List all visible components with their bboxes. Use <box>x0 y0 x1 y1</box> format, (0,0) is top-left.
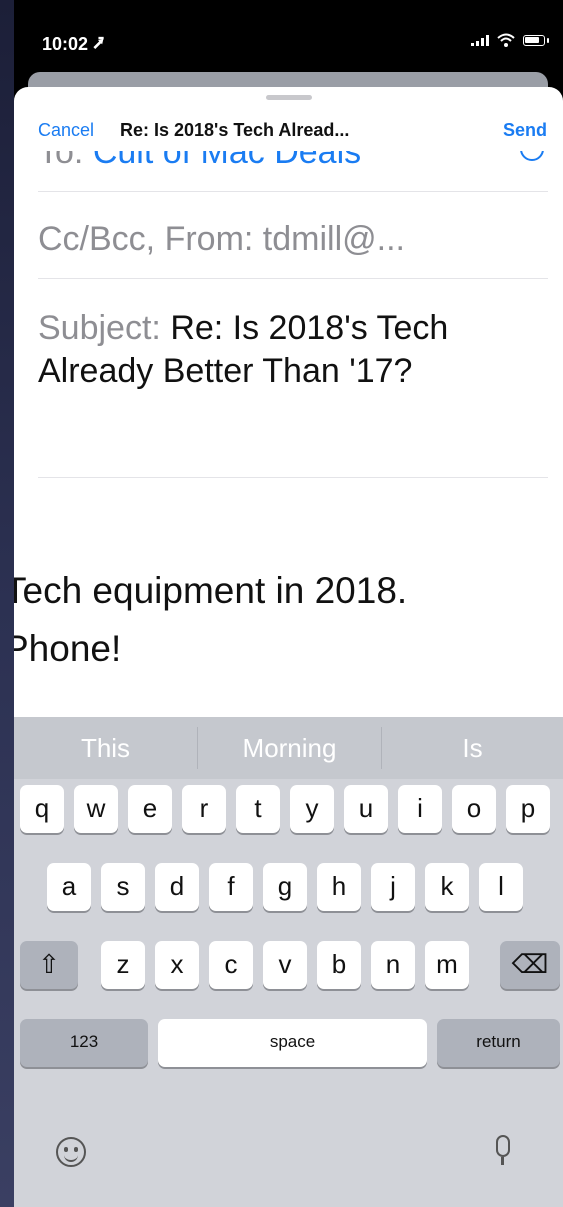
body-line-2: Phone! <box>14 628 122 669</box>
suggestion-3[interactable]: Is <box>382 717 563 779</box>
to-field[interactable]: To: Cult of Mac Deals <box>38 151 548 192</box>
microphone-icon[interactable] <box>496 1135 510 1157</box>
cancel-button[interactable]: Cancel <box>38 120 94 141</box>
sheet-grabber[interactable] <box>266 95 312 100</box>
key-t[interactable]: t <box>236 785 280 833</box>
key-a[interactable]: a <box>47 863 91 911</box>
compose-nav-bar: Cancel Re: Is 2018's Tech Alread... Send <box>14 107 563 151</box>
key-h[interactable]: h <box>317 863 361 911</box>
shift-key[interactable]: ⇧ <box>20 941 78 989</box>
key-r[interactable]: r <box>182 785 226 833</box>
battery-icon <box>523 34 545 46</box>
key-k[interactable]: k <box>425 863 469 911</box>
key-j[interactable]: j <box>371 863 415 911</box>
status-icons <box>471 33 549 47</box>
key-x[interactable]: x <box>155 941 199 989</box>
suggestion-2[interactable]: Morning <box>198 717 381 779</box>
status-time: 10:02 ⭷ <box>42 34 105 54</box>
subject-label: Subject: <box>38 309 161 347</box>
status-bar: 10:02 ⭷ <box>14 0 563 75</box>
compose-title: Re: Is 2018's Tech Alread... <box>120 120 350 140</box>
message-body[interactable]: Tech equipment in 2018. Phone! <box>14 562 407 678</box>
key-o[interactable]: o <box>452 785 496 833</box>
key-e[interactable]: e <box>128 785 172 833</box>
key-i[interactable]: i <box>398 785 442 833</box>
key-n[interactable]: n <box>371 941 415 989</box>
key-q[interactable]: q <box>20 785 64 833</box>
key-m[interactable]: m <box>425 941 469 989</box>
key-w[interactable]: w <box>74 785 118 833</box>
signal-icon <box>471 34 489 46</box>
key-b[interactable]: b <box>317 941 361 989</box>
key-y[interactable]: y <box>290 785 334 833</box>
subject-text: Subject: Re: Is 2018's Tech Already Bett… <box>38 307 543 393</box>
key-v[interactable]: v <box>263 941 307 989</box>
compose-sheet: Cancel Re: Is 2018's Tech Alread... Send… <box>14 87 563 1207</box>
phone-screen: 10:02 ⭷ Cancel Re: Is 2018's Tech Alread… <box>14 0 563 1207</box>
to-recipient[interactable]: Cult of Mac Deals <box>93 151 361 171</box>
key-u[interactable]: u <box>344 785 388 833</box>
add-contact-icon[interactable] <box>520 151 544 161</box>
to-label: To: <box>38 151 84 171</box>
delete-key[interactable]: ⌫ <box>500 941 560 989</box>
wifi-icon <box>497 33 515 47</box>
emoji-icon[interactable] <box>56 1137 86 1167</box>
return-key[interactable]: return <box>437 1019 560 1067</box>
key-f[interactable]: f <box>209 863 253 911</box>
key-p[interactable]: p <box>506 785 550 833</box>
key-d[interactable]: d <box>155 863 199 911</box>
cc-from-text: Cc/Bcc, From: tdmill@... <box>38 220 405 258</box>
body-line-1: Tech equipment in 2018. <box>14 570 408 611</box>
suggestion-1[interactable]: This <box>14 717 197 779</box>
send-button[interactable]: Send <box>503 120 547 141</box>
key-l[interactable]: l <box>479 863 523 911</box>
numbers-key[interactable]: 123 <box>20 1019 148 1067</box>
cc-from-field[interactable]: Cc/Bcc, From: tdmill@... <box>38 192 548 279</box>
key-s[interactable]: s <box>101 863 145 911</box>
space-key[interactable]: space <box>158 1019 427 1067</box>
key-c[interactable]: c <box>209 941 253 989</box>
key-g[interactable]: g <box>263 863 307 911</box>
suggestion-bar: This Morning Is <box>14 717 563 779</box>
keyboard: This Morning Is qwertyuiop asdfghjkl zxc… <box>14 717 563 1207</box>
subject-field[interactable]: Subject: Re: Is 2018's Tech Already Bett… <box>38 279 548 478</box>
key-z[interactable]: z <box>101 941 145 989</box>
